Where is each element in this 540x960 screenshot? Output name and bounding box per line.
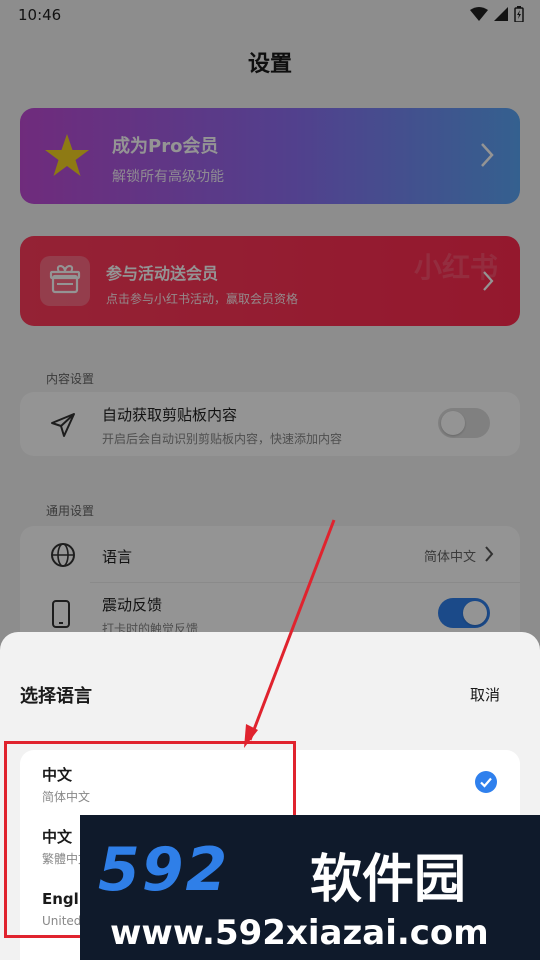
check-circle-icon [475,771,497,793]
watermark-brand: 软件园 [310,850,467,910]
watermark-url: www.592xiazai.com [110,913,489,953]
cancel-button[interactable]: 取消 [470,684,500,705]
sheet-title: 选择语言 [20,686,92,707]
watermark-number: 592 [98,835,230,905]
watermark-banner: 592 软件园 www.592xiazai.com [80,815,540,960]
